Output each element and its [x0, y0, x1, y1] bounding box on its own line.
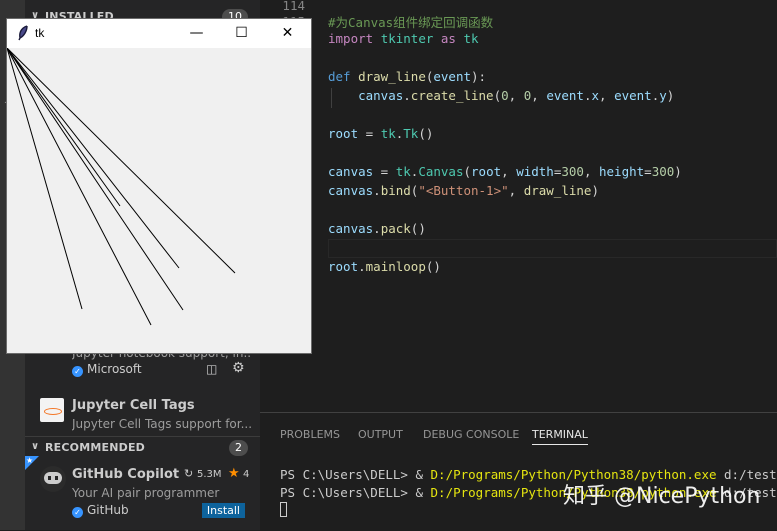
- extension-item-github-copilot[interactable]: ★ GitHub Copilot ↻ 5.3M ★ 4 Your AI pair…: [25, 456, 260, 524]
- code-line: root = tk.Tk(): [328, 126, 434, 141]
- code-line: canvas.bind("<Button-1>", draw_line): [328, 183, 599, 198]
- star-icon: ★: [228, 466, 240, 481]
- code-comment: #为Canvas组件绑定回调函数: [328, 15, 494, 30]
- verified-icon: ✓: [72, 507, 83, 518]
- tk-titlebar[interactable]: tk — ☐ ✕: [7, 19, 311, 48]
- tab-terminal[interactable]: TERMINAL: [532, 428, 588, 445]
- download-icon: ↻: [184, 467, 194, 480]
- code-line: root.mainloop(): [328, 259, 441, 274]
- extension-name: Jupyter Cell Tags: [72, 398, 195, 413]
- download-count: 5.3M: [197, 469, 222, 480]
- canvas-line: [7, 48, 236, 274]
- extension-description: Jupyter Cell Tags support for...: [72, 417, 252, 431]
- minimize-button[interactable]: —: [174, 19, 219, 48]
- code-line: canvas.pack(): [328, 221, 426, 236]
- recommended-section-header[interactable]: ∨ RECOMMENDED 2: [25, 436, 260, 459]
- close-button[interactable]: ✕: [265, 19, 310, 48]
- maximize-button[interactable]: ☐: [219, 19, 264, 48]
- copilot-logo-icon: [40, 466, 66, 492]
- line-number: 114: [282, 0, 305, 13]
- count-badge: 2: [229, 440, 248, 456]
- canvas-line: [7, 48, 83, 310]
- tab-problems[interactable]: PROBLEMS: [280, 428, 340, 441]
- canvas-line: [7, 48, 180, 269]
- section-title: RECOMMENDED: [45, 441, 145, 454]
- tk-canvas[interactable]: [7, 48, 311, 353]
- extension-publisher: ✓ Microsoft: [72, 362, 142, 377]
- rating-value: 4: [243, 469, 250, 480]
- gear-icon[interactable]: ⚙: [232, 360, 245, 376]
- extension-publisher: ✓ GitHub: [72, 503, 129, 518]
- code-line: def draw_line(event):: [328, 69, 487, 84]
- jupyter-logo-icon: [40, 398, 64, 422]
- extension-item-jupyter-cell-tags[interactable]: Jupyter Cell Tags Jupyter Cell Tags supp…: [25, 396, 260, 436]
- watermark: 知乎 @NicePython: [563, 484, 761, 509]
- current-line-highlight: [328, 239, 777, 258]
- tk-feather-icon: [18, 25, 28, 41]
- code-editor[interactable]: [260, 0, 777, 412]
- extension-name: GitHub Copilot: [72, 467, 180, 482]
- code-line: canvas = tk.Canvas(root, width=300, heig…: [328, 164, 682, 179]
- chevron-down-icon: ∨: [31, 441, 40, 452]
- canvas-line: [7, 48, 184, 311]
- tab-debug-console[interactable]: DEBUG CONSOLE: [423, 428, 519, 441]
- terminal-cursor[interactable]: [280, 502, 287, 517]
- canvas-line: [7, 48, 121, 207]
- code-line: canvas.create_line(0, 0, event.x, event.…: [358, 88, 675, 103]
- extension-description: Your AI pair programmer: [72, 486, 220, 500]
- tk-window-title: tk: [35, 26, 45, 40]
- manage-extension-icon[interactable]: ◫: [206, 362, 217, 376]
- code-line: import tkinter as tk: [328, 31, 479, 46]
- canvas-line: [7, 48, 152, 326]
- tk-window[interactable]: tk — ☐ ✕: [7, 19, 311, 353]
- install-button[interactable]: Install: [201, 503, 245, 518]
- verified-icon: ✓: [72, 366, 83, 377]
- tab-output[interactable]: OUTPUT: [358, 428, 403, 441]
